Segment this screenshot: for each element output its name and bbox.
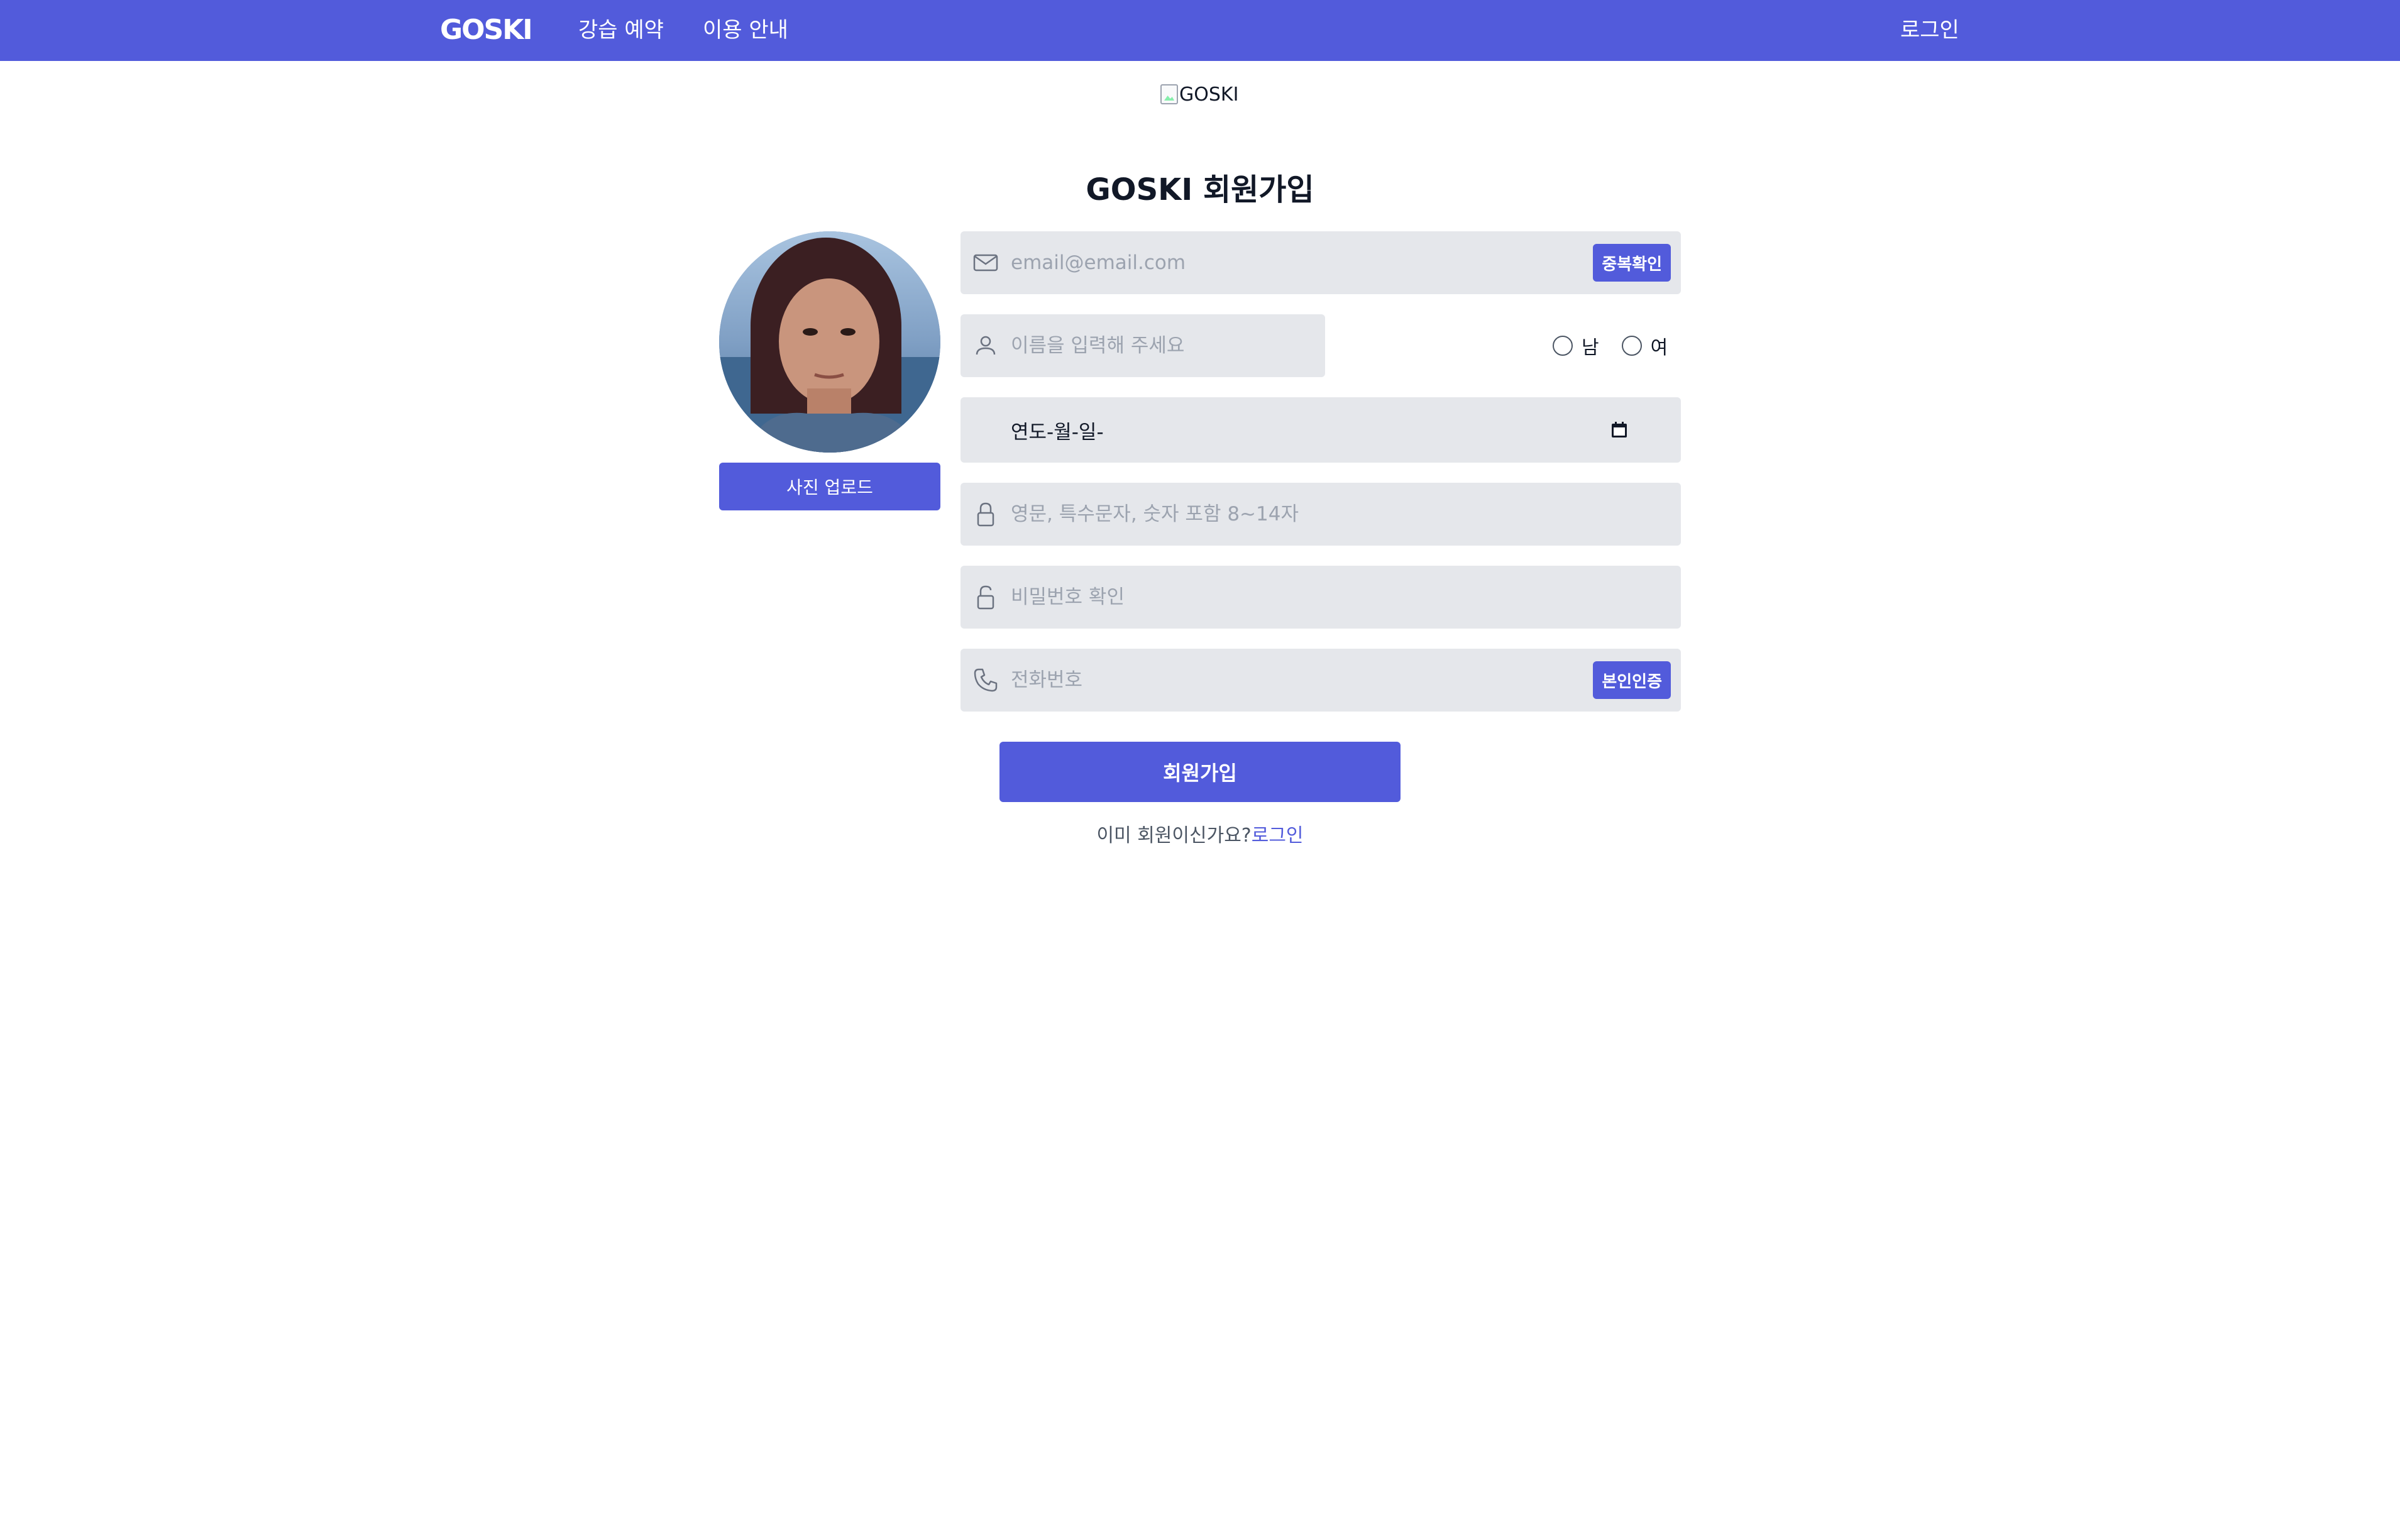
gender-male-label: 남 [1582, 337, 1599, 359]
signup-submit-button[interactable]: 회원가입 [999, 742, 1401, 802]
name-input[interactable] [1011, 314, 1313, 377]
profile-photo [719, 231, 940, 453]
password-field [961, 483, 1681, 546]
email-input[interactable] [1011, 231, 1564, 294]
email-field: 중복확인 [961, 231, 1681, 294]
upload-photo-button[interactable]: 사진 업로드 [719, 463, 940, 510]
nav-link-usage-guide[interactable]: 이용 안내 [703, 15, 788, 45]
page-title: GOSKI 회원가입 [1086, 172, 1314, 207]
phone-input[interactable] [1011, 649, 1564, 712]
login-link[interactable]: 로그인 [1252, 825, 1304, 847]
logo-image: GOSKI [1160, 80, 1238, 108]
brand-logo[interactable]: GOSKI [440, 13, 533, 48]
gender-male-radio[interactable] [1553, 336, 1573, 356]
calendar-icon[interactable] [1609, 420, 1629, 440]
phone-field: 본인인증 [961, 649, 1681, 712]
nav-login-link[interactable]: 로그인 [1900, 15, 1959, 45]
gender-male-option[interactable]: 남 [1553, 332, 1599, 360]
gender-female-label: 여 [1650, 337, 1668, 359]
broken-image-icon [1160, 84, 1178, 104]
email-duplicate-check-button[interactable]: 중복확인 [1593, 244, 1671, 282]
birthdate-field[interactable]: 연도-월-일- [961, 397, 1681, 463]
logo-alt-text: GOSKI [1179, 83, 1239, 106]
gender-radio-group: 남 여 [1553, 327, 1668, 365]
password-input[interactable] [1011, 483, 1564, 546]
name-field [961, 314, 1325, 377]
nav-link-lesson-booking[interactable]: 강습 예약 [578, 15, 664, 45]
mail-icon [973, 254, 998, 272]
existing-member-question: 이미 회원이신가요? [1096, 825, 1252, 847]
gender-female-radio[interactable] [1621, 336, 1642, 356]
gender-female-option[interactable]: 여 [1621, 332, 1668, 360]
lock-icon [977, 502, 994, 527]
unlock-icon [977, 585, 994, 610]
existing-member-prompt: 이미 회원이신가요?로그인 [0, 821, 2400, 851]
password-confirm-input[interactable] [1011, 566, 1564, 629]
user-icon [976, 336, 996, 355]
phone-icon [974, 668, 998, 692]
top-navbar: GOSKI 강습 예약 이용 안내 로그인 [0, 0, 2400, 61]
birthdate-input[interactable]: 연도-월-일- [1011, 397, 1104, 463]
password-confirm-field [961, 566, 1681, 629]
identity-verify-button[interactable]: 본인인증 [1593, 661, 1671, 699]
